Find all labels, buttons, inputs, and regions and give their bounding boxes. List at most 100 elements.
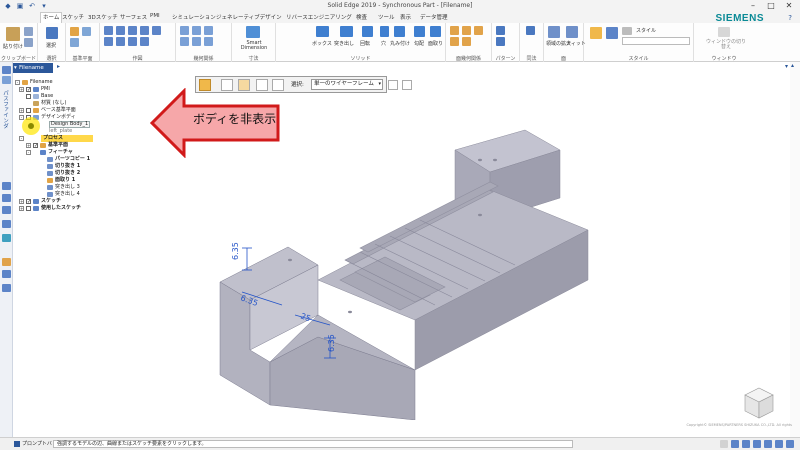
visibility-checkbox[interactable]: ✓ xyxy=(33,143,38,149)
expand-icon[interactable]: + xyxy=(19,199,24,204)
mirror-feature-icon[interactable] xyxy=(496,37,505,46)
close-icon[interactable]: ✕ xyxy=(780,0,798,11)
tab-inspect[interactable]: 検査 xyxy=(356,13,367,21)
visibility-checkbox[interactable]: ✓ xyxy=(26,87,31,93)
face-relation-icon-3[interactable] xyxy=(474,26,483,35)
pathfinder-side-label[interactable]: パスファインダ xyxy=(1,90,9,129)
chevron-down-icon[interactable]: ▾ xyxy=(14,63,17,73)
copy-icon[interactable] xyxy=(24,38,33,47)
zoom-icon[interactable] xyxy=(753,440,761,448)
pathfinder-close-icon[interactable]: ▸ xyxy=(57,63,60,70)
tab-pmi[interactable]: PMI xyxy=(150,13,160,19)
status-icon-3[interactable] xyxy=(742,440,750,448)
accept-icon[interactable] xyxy=(388,80,398,90)
expand-icon[interactable]: + xyxy=(19,87,24,92)
fit-icon[interactable] xyxy=(566,26,578,38)
selection-type-dropdown[interactable]: 単一のワイヤーフレーム ▾ xyxy=(311,79,383,90)
tab-reverse-engineering[interactable]: リバースエンジニアリング xyxy=(286,13,352,21)
csys-icon[interactable] xyxy=(70,38,79,47)
fit-view-icon[interactable] xyxy=(786,440,794,448)
collapse-icon[interactable]: - xyxy=(15,80,20,85)
expand-icon[interactable]: + xyxy=(19,206,24,211)
rectangle-icon[interactable] xyxy=(140,26,149,35)
plane-icon[interactable] xyxy=(70,27,79,36)
minimize-icon[interactable]: – xyxy=(744,0,762,11)
chevron-down-icon[interactable]: ▾ xyxy=(785,63,788,70)
status-icon-1[interactable] xyxy=(720,440,728,448)
style-dropdown[interactable] xyxy=(622,37,690,45)
tangent-icon[interactable] xyxy=(192,37,201,46)
pathfinder-tab-icon[interactable] xyxy=(2,66,11,74)
feature-library-icon[interactable] xyxy=(2,194,11,202)
layers-tab-icon[interactable] xyxy=(2,76,11,84)
parallel-icon[interactable] xyxy=(204,26,213,35)
pan-icon[interactable] xyxy=(764,440,772,448)
same-icon[interactable] xyxy=(526,26,535,35)
tab-sketch[interactable]: スケッチ xyxy=(62,13,84,21)
offset-icon[interactable] xyxy=(128,37,137,46)
tab-generative-design[interactable]: ジェネレーティブデザイン xyxy=(216,13,282,21)
draft-icon[interactable] xyxy=(414,26,425,37)
line-icon[interactable] xyxy=(104,26,113,35)
zoom-area-icon[interactable] xyxy=(548,26,560,38)
sensors-icon[interactable] xyxy=(2,220,11,228)
curve-icon[interactable] xyxy=(104,37,113,46)
box-icon[interactable] xyxy=(316,26,329,37)
horizontal-icon[interactable] xyxy=(192,26,201,35)
lock-icon[interactable] xyxy=(204,37,213,46)
pathfinder-tab[interactable]: ▾ Filename xyxy=(13,63,53,73)
arc-icon[interactable] xyxy=(116,26,125,35)
expand-icon[interactable]: + xyxy=(19,108,24,113)
face-relation-icon-5[interactable] xyxy=(462,37,471,46)
help-icon[interactable]: ? xyxy=(788,14,792,22)
visibility-checkbox[interactable] xyxy=(26,206,31,211)
fillet-sketch-icon[interactable] xyxy=(152,26,161,35)
tab-tools[interactable]: ツール xyxy=(378,13,395,21)
equal-icon[interactable] xyxy=(180,37,189,46)
rotate-icon[interactable] xyxy=(775,440,783,448)
circle-icon[interactable] xyxy=(128,26,137,35)
tab-3d-sketch[interactable]: 3Dスケッチ xyxy=(88,13,118,21)
visibility-checkbox[interactable] xyxy=(26,94,31,99)
cut-icon[interactable] xyxy=(24,27,33,36)
face-relation-icon-4[interactable] xyxy=(450,37,459,46)
chevron-down-icon[interactable]: ▾ xyxy=(378,80,381,89)
face-relation-icon-1[interactable] xyxy=(450,26,459,35)
visibility-checkbox[interactable] xyxy=(26,108,31,113)
extrude-icon[interactable] xyxy=(340,26,353,37)
view-cube[interactable] xyxy=(742,386,776,420)
face-relation-icon-2[interactable] xyxy=(462,26,471,35)
round-icon[interactable] xyxy=(394,26,405,37)
help-panel-icon[interactable] xyxy=(2,284,11,292)
prompt-bar-label-wrap[interactable]: プロンプトバー xyxy=(14,440,54,450)
revolve-icon[interactable] xyxy=(362,26,373,37)
status-icon-2[interactable] xyxy=(731,440,739,448)
select-arrow-icon[interactable] xyxy=(46,27,58,39)
hole-icon[interactable] xyxy=(380,26,389,37)
maximize-icon[interactable]: □ xyxy=(762,0,780,11)
collapse-icon[interactable]: - xyxy=(26,150,31,155)
chevron-up-icon[interactable]: ▴ xyxy=(791,62,794,69)
tab-view[interactable]: 表示 xyxy=(400,13,411,21)
dimension-label[interactable]: 6.35 xyxy=(327,334,336,352)
chamfer-icon[interactable] xyxy=(430,26,441,37)
connect-icon[interactable] xyxy=(180,26,189,35)
view-style-icon[interactable] xyxy=(606,27,618,39)
switch-window-icon[interactable] xyxy=(718,27,730,37)
tab-surface[interactable]: サーフェス xyxy=(120,13,147,21)
collapse-icon[interactable]: - xyxy=(19,136,24,141)
alerts-icon[interactable] xyxy=(2,234,11,242)
mirror-icon[interactable] xyxy=(140,37,149,46)
shaded-view-icon[interactable] xyxy=(590,27,602,39)
pattern-icon[interactable] xyxy=(496,26,505,35)
dimension-label[interactable]: 6.35 xyxy=(231,242,240,260)
smart-dimension-icon[interactable] xyxy=(246,26,260,38)
trim-icon[interactable] xyxy=(116,37,125,46)
paste-icon[interactable] xyxy=(6,27,20,41)
expand-icon[interactable]: + xyxy=(26,143,31,148)
tab-data-management[interactable]: データ管理 xyxy=(420,13,448,21)
close-bar-icon[interactable] xyxy=(402,80,412,90)
tab-home[interactable]: ホーム xyxy=(40,12,63,23)
grid-icon[interactable] xyxy=(2,270,11,278)
tab-simulation[interactable]: シミュレーション xyxy=(172,13,216,21)
